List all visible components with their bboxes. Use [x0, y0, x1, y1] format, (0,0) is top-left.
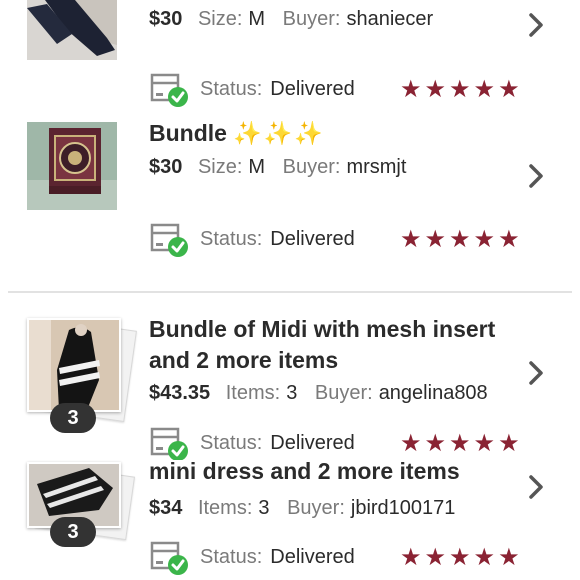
chevron-right-icon[interactable]: [526, 163, 546, 189]
delivered-package-icon: [150, 223, 188, 257]
items-label: Items:: [197, 497, 253, 519]
star-icon: ★: [400, 76, 422, 103]
sparkles-emoji: ✨✨✨: [232, 120, 325, 146]
buyer-name: mrsmjt: [346, 156, 407, 178]
order-title: mini dress and 2 more items: [149, 460, 460, 484]
star-icon: ★: [449, 544, 471, 571]
delivered-package-icon: [150, 427, 188, 460]
buyer-name: jbird100171: [350, 497, 456, 519]
star-icon: ★: [400, 544, 422, 571]
delivered-package-icon: [150, 73, 188, 107]
item-thumbnail: [27, 0, 117, 60]
rating-stars: ★ ★ ★ ★ ★: [400, 545, 520, 571]
item-count-badge: 3: [50, 517, 96, 547]
item-thumbnail: [27, 318, 121, 412]
status-value: Delivered: [270, 432, 355, 454]
order-meta: $30 Size: M Buyer: shaniecer: [149, 7, 445, 31]
chevron-right-icon[interactable]: [526, 12, 546, 38]
order-meta: $30 Size: M Buyer: mrsmjt: [149, 155, 418, 179]
item-count-badge: 3: [50, 403, 96, 433]
buyer-name: shaniecer: [346, 8, 434, 30]
star-icon: ★: [400, 226, 422, 253]
order-title: Bundle ✨✨✨: [149, 118, 325, 149]
rating-stars: ★ ★ ★ ★ ★: [400, 227, 520, 253]
delivery-status: Status: Delivered ★ ★ ★ ★ ★: [150, 222, 550, 258]
order-price: $30: [149, 8, 183, 30]
delivered-package-icon: [150, 541, 188, 575]
star-icon: ★: [449, 430, 471, 457]
star-icon: ★: [498, 544, 520, 571]
status-label: Status:: [200, 546, 263, 568]
status-label: Status:: [200, 78, 263, 100]
status-label: Status:: [200, 228, 263, 250]
order-card[interactable]: 3 Bundle of Midi with mesh insert and 2 …: [0, 294, 580, 460]
order-card[interactable]: Bundle ✨✨✨ $30 Size: M Buyer: mrsmjt Status…: [0, 112, 580, 290]
buyer-label: Buyer:: [282, 156, 341, 178]
star-icon: ★: [473, 226, 496, 253]
order-meta: $34 Items: 3 Buyer: jbird100171: [149, 496, 467, 520]
item-thumbnail: [27, 122, 117, 210]
status-label: Status:: [200, 432, 263, 454]
star-icon: ★: [498, 226, 520, 253]
star-icon: ★: [473, 544, 496, 571]
star-icon: ★: [424, 76, 447, 103]
delivery-status: Status: Delivered ★ ★ ★ ★ ★: [150, 426, 550, 460]
section-divider: [8, 291, 572, 293]
order-card[interactable]: $30 Size: M Buyer: shaniecer Status: Delive…: [0, 0, 580, 112]
star-icon: ★: [400, 430, 422, 457]
order-price: $34: [149, 497, 183, 519]
buyer-label: Buyer:: [282, 8, 341, 30]
star-icon: ★: [473, 430, 496, 457]
order-card[interactable]: 3 mini dress and 2 more items $34 Items:…: [0, 460, 580, 580]
items-value: 3: [258, 497, 270, 519]
star-icon: ★: [424, 544, 447, 571]
size-label: Size:: [197, 156, 243, 178]
star-icon: ★: [449, 76, 471, 103]
buyer-label: Buyer:: [314, 382, 373, 404]
star-icon: ★: [424, 226, 447, 253]
items-label: Items:: [225, 382, 281, 404]
star-icon: ★: [498, 76, 520, 103]
delivery-status: Status: Delivered ★ ★ ★ ★ ★: [150, 72, 550, 108]
chevron-right-icon[interactable]: [526, 474, 546, 500]
status-value: Delivered: [270, 546, 355, 568]
star-icon: ★: [473, 76, 496, 103]
size-label: Size:: [197, 8, 243, 30]
items-value: 3: [286, 382, 298, 404]
chevron-right-icon[interactable]: [526, 360, 546, 386]
size-value: M: [248, 156, 266, 178]
buyer-name: angelina808: [378, 382, 488, 404]
status-value: Delivered: [270, 78, 355, 100]
order-meta: $43.35 Items: 3 Buyer: angelina808: [149, 381, 500, 405]
rating-stars: ★ ★ ★ ★ ★: [400, 431, 520, 457]
order-price: $30: [149, 156, 183, 178]
status-value: Delivered: [270, 228, 355, 250]
order-title-text: Bundle: [149, 120, 227, 146]
size-value: M: [248, 8, 266, 30]
order-title: Bundle of Midi with mesh insert and 2 mo…: [149, 316, 496, 373]
buyer-label: Buyer:: [287, 497, 345, 519]
star-icon: ★: [424, 430, 447, 457]
order-price: $43.35: [149, 382, 211, 404]
rating-stars: ★ ★ ★ ★ ★: [400, 77, 520, 103]
star-icon: ★: [449, 226, 471, 253]
star-icon: ★: [498, 430, 520, 457]
delivery-status: Status: Delivered ★ ★ ★ ★ ★: [150, 540, 550, 576]
